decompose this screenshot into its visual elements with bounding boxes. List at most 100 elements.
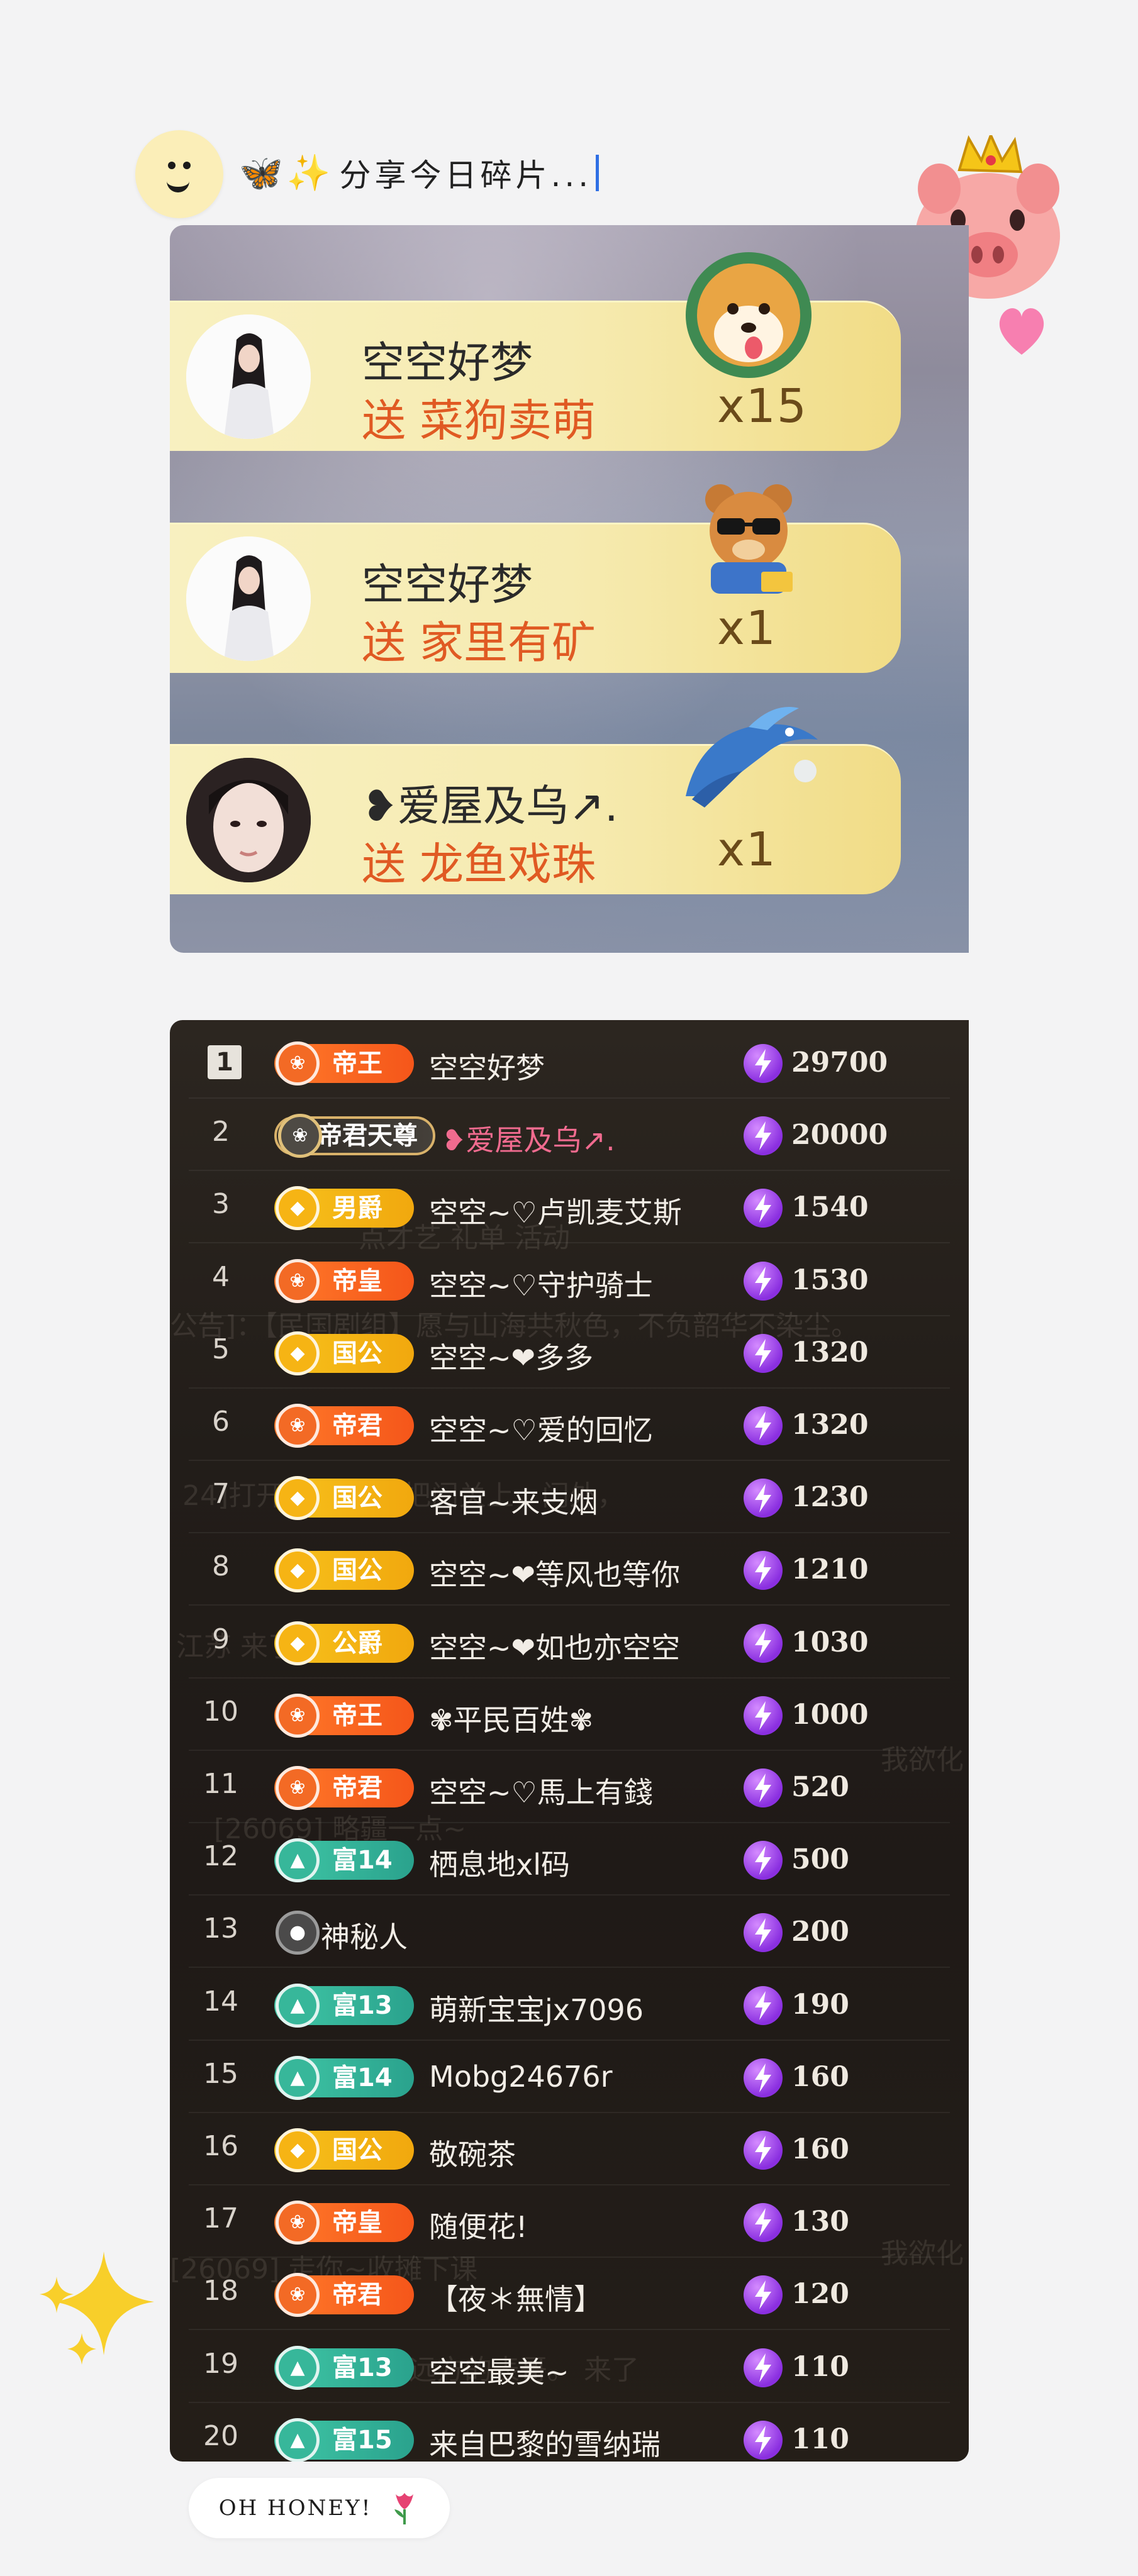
- oh-honey-chip[interactable]: OH HONEY!: [189, 2478, 450, 2538]
- rank-number: 4: [212, 1260, 230, 1293]
- sender-avatar[interactable]: [186, 758, 311, 882]
- heart-sticker-icon: [999, 308, 1044, 355]
- gift-count: x1: [717, 823, 777, 877]
- leaderboard-row[interactable]: 18 ❀ 帝君 【夜＊無情】 120: [170, 2258, 969, 2331]
- gift-score: 160: [791, 2133, 849, 2165]
- level-badge: ◆ 国公: [274, 2128, 414, 2172]
- gift-score: 20000: [791, 1119, 888, 1152]
- leaderboard-row[interactable]: 13 ● 神秘人 200: [170, 1896, 969, 1968]
- lightning-coin-icon: [744, 1406, 783, 1445]
- lightning-coin-icon: [744, 1768, 783, 1807]
- level-badge: ❀ 帝王: [274, 1041, 414, 1085]
- level-badge: ❀ 帝君: [274, 1766, 414, 1810]
- send-word: 送: [362, 395, 406, 447]
- leaderboard-row[interactable]: 8 ◆ 国公 空空~❤等风也等你 1210: [170, 1533, 969, 1606]
- badge-label: 男爵: [332, 1194, 382, 1223]
- sender-name: 空空好梦: [362, 338, 533, 388]
- gift-row: 空空好梦 送家里有矿 x1: [170, 484, 901, 673]
- rank-number: 12: [203, 1840, 238, 1873]
- wealth-level-icon: ▲: [276, 2418, 320, 2462]
- badge-label: 帝君: [332, 1411, 382, 1440]
- lightning-coin-icon: [744, 1985, 783, 2025]
- sender-avatar[interactable]: [186, 314, 311, 439]
- rank-emblem-icon: ❀: [276, 1404, 320, 1448]
- leaderboard-row[interactable]: 2 ❀ 帝君天尊 ❥爱屋及乌↗. 20000: [170, 1099, 969, 1172]
- leaderboard-row[interactable]: 7 ◆ 国公 客官~来支烟 1230: [170, 1461, 969, 1534]
- rank-number: 8: [212, 1550, 230, 1583]
- leaderboard-row[interactable]: 17 ❀ 帝皇 随便花! 130: [170, 2185, 969, 2258]
- leaderboard-row[interactable]: 3 ◆ 男爵 空空~♡卢凯麦艾斯 1540: [170, 1171, 969, 1244]
- profile-avatar[interactable]: [135, 130, 223, 218]
- level-badge: ◆ 国公: [274, 1331, 414, 1375]
- level-badge: ▲ 富15: [274, 2418, 414, 2462]
- gift-score: 1540: [791, 1191, 869, 1224]
- leaderboard-row[interactable]: 14 ▲ 富13 萌新宝宝jx7096 190: [170, 1968, 969, 2041]
- level-badge: ▲ 富14: [274, 1838, 414, 1883]
- gift-score: 130: [791, 2206, 849, 2238]
- gift-leaderboard: 点才艺 礼单 活动 公告]：【民国剧组】愿与山海共秋色，不负韶华不染尘。 24]…: [170, 1020, 969, 2462]
- rank-number: 16: [203, 2130, 238, 2162]
- level-badge: ◆ 国公: [274, 1548, 414, 1593]
- leaderboard-row[interactable]: 5 ◆ 国公 空空~❤多多 1320: [170, 1316, 969, 1389]
- gift-score: 1320: [791, 1336, 869, 1368]
- badge-label: 帝皇: [332, 1266, 382, 1296]
- badge-label: 国公: [332, 1556, 382, 1585]
- rank-emblem-icon: ◆: [276, 1548, 320, 1593]
- badge-label: 帝君天尊: [317, 1121, 418, 1151]
- leaderboard-row[interactable]: 9 ◆ 公爵 空空~❤如也亦空空 1030: [170, 1606, 969, 1679]
- avatar-smile: [167, 173, 189, 192]
- butterfly-sparkle-emoji: 🦋✨: [239, 153, 335, 194]
- post-caption[interactable]: 🦋✨ 分享今日碎片...: [239, 151, 600, 195]
- rank-number: 11: [203, 1768, 238, 1800]
- gift-score: 190: [791, 1988, 849, 2021]
- gift-count: x15: [717, 379, 808, 433]
- gift-score: 120: [791, 2278, 849, 2311]
- sender-name: ❥爱屋及乌↗.: [362, 782, 618, 831]
- gift-name: 龙鱼戏珠: [420, 838, 596, 890]
- leaderboard-row[interactable]: 19 ▲ 富13 空空最美~ 110: [170, 2331, 969, 2403]
- gift-score: 1530: [791, 1263, 869, 1296]
- rank-number: 10: [203, 1695, 238, 1728]
- send-word: 送: [362, 838, 406, 890]
- leaderboard-row[interactable]: 15 ▲ 富14 Mobg24676r 160: [170, 2041, 969, 2113]
- rank-number: 9: [212, 1623, 230, 1655]
- leaderboard-row[interactable]: 10 ❀ 帝王 ✾平民百姓✾ 1000: [170, 1679, 969, 1751]
- level-badge: ▲ 富14: [274, 2055, 414, 2100]
- user-name: 空空~❤等风也等你: [429, 1558, 681, 1592]
- leaderboard-row[interactable]: 12 ▲ 富14 栖息地xl码 500: [170, 1823, 969, 1896]
- lightning-coin-icon: [744, 1044, 783, 1083]
- leaderboard-row[interactable]: 4 ❀ 帝皇 空空~♡守护骑士 1530: [170, 1244, 969, 1316]
- badge-label: 帝君: [332, 1774, 382, 1802]
- leaderboard-row[interactable]: 1 ❀ 帝王 空空好梦 29700: [170, 1026, 969, 1099]
- user-name: 空空最美~: [429, 2355, 569, 2389]
- shiba-dog-gift-icon: [686, 252, 812, 378]
- level-badge: ❀ 帝君天尊: [274, 1114, 435, 1158]
- badge-label: 富13: [332, 2353, 393, 2382]
- rank-emblem-icon: ◆: [276, 2128, 320, 2172]
- wealth-level-icon: ▲: [276, 1983, 320, 2028]
- lightning-coin-icon: [744, 1479, 783, 1518]
- gift-score: 1230: [791, 1481, 869, 1514]
- leaderboard-row[interactable]: 6 ❀ 帝君 空空~♡爱的回忆 1320: [170, 1389, 969, 1461]
- leaderboard-row[interactable]: 16 ◆ 国公 敬碗茶 160: [170, 2113, 969, 2185]
- avatar-eye-right: [183, 162, 191, 169]
- level-badge: ◆ 公爵: [274, 1621, 414, 1665]
- level-badge: ❀ 帝君: [274, 1404, 414, 1448]
- leaderboard-row[interactable]: 20 ▲ 富15 来自巴黎的雪纳瑞 110: [170, 2403, 969, 2462]
- level-badge: ▲ 富13: [274, 1983, 414, 2028]
- lightning-coin-icon: [744, 1116, 783, 1156]
- badge-label: 富13: [332, 1990, 393, 2020]
- lightning-coin-icon: [744, 1623, 783, 1663]
- leaderboard-row[interactable]: 11 ❀ 帝君 空空~♡馬上有錢 520: [170, 1751, 969, 1823]
- rank-number: 14: [203, 1985, 238, 2018]
- gift-name: 家里有矿: [420, 617, 596, 669]
- sender-avatar[interactable]: [186, 536, 311, 661]
- sparkles-icon: [40, 2251, 154, 2365]
- level-badge: ◆ 国公: [274, 1476, 414, 1521]
- level-badge: ❀ 帝君: [274, 2273, 414, 2318]
- lightning-coin-icon: [744, 2420, 783, 2460]
- rank-emblem-icon: ❀: [276, 2273, 320, 2318]
- caption-text: 分享今日碎片...: [339, 157, 593, 194]
- badge-label: 国公: [332, 1484, 382, 1513]
- send-word: 送: [362, 617, 406, 669]
